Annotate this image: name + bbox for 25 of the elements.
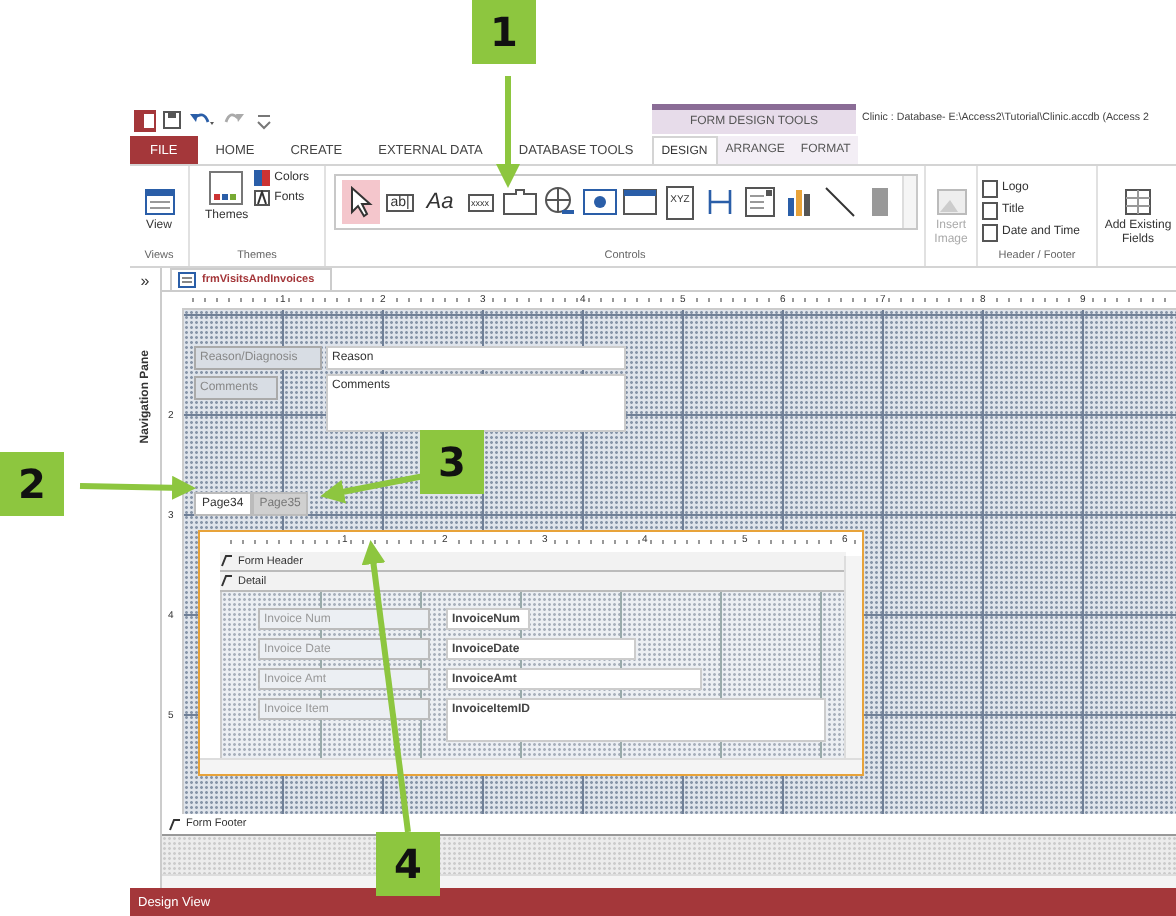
expand-toggle[interactable]: »: [140, 272, 150, 290]
fields-icon: [1124, 188, 1152, 216]
horizontal-scrollbar[interactable]: [200, 758, 862, 774]
callout-arrow: [496, 76, 520, 188]
select-control-button[interactable]: [341, 180, 379, 224]
colors-icon: [254, 170, 271, 186]
toggle-icon: [870, 186, 890, 218]
callout-number: 2: [0, 452, 64, 516]
callout-number: 4: [376, 832, 440, 896]
image-icon: [935, 188, 967, 216]
vertical-scrollbar[interactable]: [844, 556, 862, 758]
bracket-icon: [704, 188, 736, 216]
callout-number: 3: [420, 430, 484, 494]
horizontal-scrollbar[interactable]: [162, 874, 1176, 888]
gallery-scrollbar[interactable]: [901, 176, 915, 228]
customize-icon[interactable]: [256, 110, 272, 130]
callout-arrow: [79, 475, 196, 500]
save-icon[interactable]: [162, 110, 182, 130]
callout-arrow: [320, 473, 425, 504]
form-view-icon: [143, 188, 175, 216]
label-control-button[interactable]: Aa: [421, 180, 459, 224]
bar-chart-icon: [784, 186, 816, 218]
fonts-icon: [254, 190, 271, 206]
undo-icon[interactable]: [188, 110, 216, 130]
callout-number: 1: [472, 0, 536, 64]
